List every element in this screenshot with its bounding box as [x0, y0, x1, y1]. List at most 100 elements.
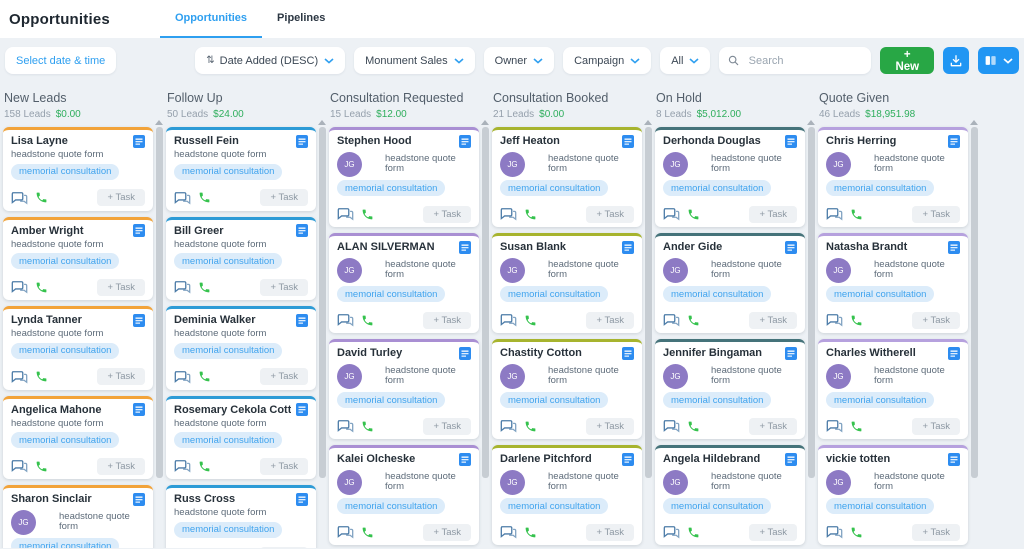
lead-card[interactable]: Russ Crossheadstone quote formmemorial c…	[166, 485, 316, 548]
chat-icon[interactable]	[500, 207, 517, 221]
calendar-plus-icon[interactable]	[459, 241, 471, 254]
phone-icon[interactable]	[687, 526, 700, 539]
column-scrollbar[interactable]	[481, 120, 489, 548]
lead-card[interactable]: Angela HildebrandJGheadstone quote formm…	[655, 445, 805, 545]
lead-card[interactable]: Stephen HoodJGheadstone quote formmemori…	[329, 127, 479, 227]
task-button[interactable]: + Task	[423, 418, 471, 435]
lead-card[interactable]: Ander GideJGheadstone quote formmemorial…	[655, 233, 805, 333]
column-scrollbar[interactable]	[970, 120, 978, 548]
column-scrollbar[interactable]	[155, 120, 163, 548]
select-date-button[interactable]: Select date & time	[5, 47, 116, 74]
lead-card[interactable]: Jennifer BingamanJGheadstone quote formm…	[655, 339, 805, 439]
phone-icon[interactable]	[850, 420, 863, 433]
task-button[interactable]: + Task	[97, 189, 145, 206]
phone-icon[interactable]	[361, 526, 374, 539]
calendar-plus-icon[interactable]	[622, 135, 634, 148]
calendar-plus-icon[interactable]	[785, 241, 797, 254]
task-button[interactable]: + Task	[97, 458, 145, 475]
calendar-plus-icon[interactable]	[948, 453, 960, 466]
calendar-plus-icon[interactable]	[133, 403, 145, 416]
lead-card[interactable]: Deminia Walkerheadstone quote formmemori…	[166, 306, 316, 390]
column-scrollbar[interactable]	[644, 120, 652, 548]
chat-icon[interactable]	[826, 525, 843, 539]
chat-icon[interactable]	[500, 313, 517, 327]
lead-card[interactable]: Natasha BrandtJGheadstone quote formmemo…	[818, 233, 968, 333]
task-button[interactable]: + Task	[423, 312, 471, 329]
calendar-plus-icon[interactable]	[133, 135, 145, 148]
calendar-plus-icon[interactable]	[622, 453, 634, 466]
calendar-plus-icon[interactable]	[296, 224, 308, 237]
phone-icon[interactable]	[35, 460, 48, 473]
lead-card[interactable]: Russell Feinheadstone quote formmemorial…	[166, 127, 316, 211]
task-button[interactable]: + Task	[912, 312, 960, 329]
pipeline-dropdown[interactable]: Monument Sales	[354, 47, 475, 74]
task-button[interactable]: + Task	[423, 524, 471, 541]
phone-icon[interactable]	[687, 420, 700, 433]
lead-card[interactable]: Bill Greerheadstone quote formmemorial c…	[166, 217, 316, 301]
calendar-plus-icon[interactable]	[785, 135, 797, 148]
task-button[interactable]: + Task	[749, 524, 797, 541]
phone-icon[interactable]	[687, 314, 700, 327]
task-button[interactable]: + Task	[260, 458, 308, 475]
calendar-plus-icon[interactable]	[296, 135, 308, 148]
task-button[interactable]: + Task	[260, 368, 308, 385]
phone-icon[interactable]	[524, 420, 537, 433]
chat-icon[interactable]	[663, 525, 680, 539]
calendar-plus-icon[interactable]	[948, 347, 960, 360]
task-button[interactable]: + Task	[912, 206, 960, 223]
lead-card[interactable]: Sharon SinclairJGheadstone quote formmem…	[3, 485, 153, 548]
phone-icon[interactable]	[35, 281, 48, 294]
chat-icon[interactable]	[663, 207, 680, 221]
lead-card[interactable]: Lisa Layneheadstone quote formmemorial c…	[3, 127, 153, 211]
phone-icon[interactable]	[198, 281, 211, 294]
chat-icon[interactable]	[663, 313, 680, 327]
lead-card[interactable]: ALAN SILVERMANJGheadstone quote formmemo…	[329, 233, 479, 333]
phone-icon[interactable]	[198, 460, 211, 473]
phone-icon[interactable]	[524, 526, 537, 539]
task-button[interactable]: + Task	[912, 418, 960, 435]
calendar-plus-icon[interactable]	[948, 135, 960, 148]
chat-icon[interactable]	[11, 280, 28, 294]
tab-pipelines[interactable]: Pipelines	[262, 0, 340, 38]
chat-icon[interactable]	[337, 525, 354, 539]
lead-card[interactable]: vickie tottenJGheadstone quote formmemor…	[818, 445, 968, 545]
task-button[interactable]: + Task	[749, 418, 797, 435]
chat-icon[interactable]	[826, 419, 843, 433]
phone-icon[interactable]	[361, 208, 374, 221]
new-opportunity-button[interactable]: + New	[880, 47, 934, 74]
phone-icon[interactable]	[850, 314, 863, 327]
chat-icon[interactable]	[826, 207, 843, 221]
task-button[interactable]: + Task	[586, 524, 634, 541]
search-input[interactable]	[747, 54, 863, 68]
calendar-plus-icon[interactable]	[133, 314, 145, 327]
task-button[interactable]: + Task	[586, 312, 634, 329]
chat-icon[interactable]	[337, 419, 354, 433]
task-button[interactable]: + Task	[749, 312, 797, 329]
task-button[interactable]: + Task	[423, 206, 471, 223]
phone-icon[interactable]	[35, 370, 48, 383]
chat-icon[interactable]	[174, 370, 191, 384]
chat-icon[interactable]	[174, 191, 191, 205]
calendar-plus-icon[interactable]	[296, 493, 308, 506]
lead-card[interactable]: Lynda Tannerheadstone quote formmemorial…	[3, 306, 153, 390]
import-export-button[interactable]	[943, 47, 969, 74]
tab-opportunities[interactable]: Opportunities	[160, 0, 262, 38]
lead-card[interactable]: Chastity CottonJGheadstone quote formmem…	[492, 339, 642, 439]
task-button[interactable]: + Task	[260, 279, 308, 296]
owner-dropdown[interactable]: Owner	[484, 47, 554, 74]
lead-card[interactable]: Rosemary Cekola Cotterheadstone quote fo…	[166, 396, 316, 480]
column-scrollbar[interactable]	[807, 120, 815, 548]
campaign-dropdown[interactable]: Campaign	[563, 47, 651, 74]
calendar-plus-icon[interactable]	[785, 453, 797, 466]
lead-card[interactable]: Derhonda DouglasJGheadstone quote formme…	[655, 127, 805, 227]
lead-card[interactable]: Darlene PitchfordJGheadstone quote formm…	[492, 445, 642, 545]
chat-icon[interactable]	[500, 525, 517, 539]
phone-icon[interactable]	[361, 420, 374, 433]
phone-icon[interactable]	[524, 208, 537, 221]
phone-icon[interactable]	[198, 191, 211, 204]
task-button[interactable]: + Task	[260, 189, 308, 206]
task-button[interactable]: + Task	[749, 206, 797, 223]
calendar-plus-icon[interactable]	[622, 347, 634, 360]
chat-icon[interactable]	[11, 459, 28, 473]
phone-icon[interactable]	[687, 208, 700, 221]
